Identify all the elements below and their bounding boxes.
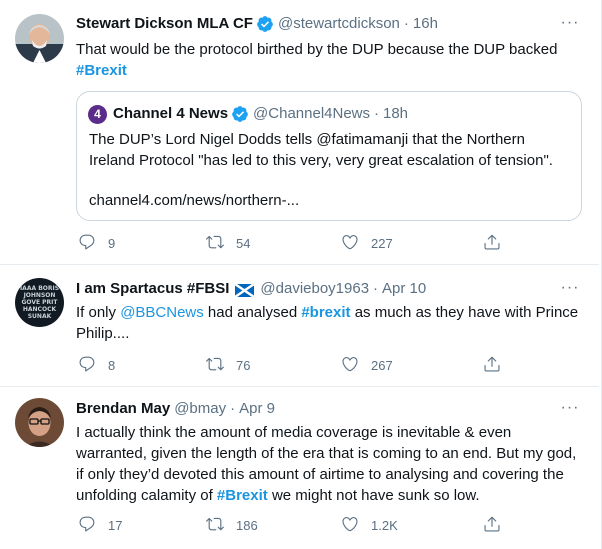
hashtag-link[interactable]: #Brexit bbox=[217, 487, 268, 504]
reply-count: 8 bbox=[108, 357, 116, 373]
separator-dot: · bbox=[374, 105, 379, 122]
hashtag-link[interactable]: #Brexit bbox=[76, 62, 127, 79]
avatar[interactable] bbox=[15, 398, 64, 447]
share-button[interactable] bbox=[483, 232, 501, 254]
reply-icon bbox=[78, 515, 96, 536]
tweet-header: I am Spartacus #FBSI @davieboy1963 · Apr… bbox=[76, 279, 426, 299]
tweet-feed: Stewart Dickson MLA CF @stewartcdickson … bbox=[0, 0, 602, 549]
tweet[interactable]: Brendan May @bmay · Apr 9 ··· I actually… bbox=[0, 387, 599, 549]
quoted-author-handle: @Channel4News bbox=[253, 105, 370, 122]
quoted-tweet[interactable]: 4 Channel 4 News @Channel4News · 18h The… bbox=[76, 91, 582, 221]
hashtag-link[interactable]: #brexit bbox=[301, 304, 350, 321]
share-icon bbox=[483, 515, 501, 536]
tweet-text: If only @BBCNews had analysed #brexit as… bbox=[76, 302, 586, 344]
tweet-text-body: we might not have sunk so low. bbox=[267, 487, 480, 504]
share-icon bbox=[483, 355, 501, 376]
heart-icon bbox=[341, 355, 359, 376]
quoted-tweet-text: The DUP’s Lord Nigel Dodds tells @fatima… bbox=[89, 131, 553, 169]
separator-dot: · bbox=[373, 280, 379, 297]
tweet-text: That would be the protocol birthed by th… bbox=[76, 39, 586, 81]
more-options-icon[interactable]: ··· bbox=[559, 280, 581, 301]
scotland-flag-icon bbox=[234, 282, 256, 298]
author-name[interactable]: I am Spartacus #FBSI bbox=[76, 279, 229, 299]
like-count: 267 bbox=[371, 357, 393, 373]
retweet-icon bbox=[206, 355, 224, 376]
heart-icon bbox=[341, 515, 359, 536]
quoted-author-name: Channel 4 News bbox=[113, 105, 229, 122]
avatar[interactable] bbox=[15, 14, 64, 63]
verified-badge-icon bbox=[256, 15, 274, 33]
tweet-text-body: If only bbox=[76, 304, 121, 321]
reply-button[interactable]: 17 bbox=[78, 514, 122, 536]
retweet-button[interactable]: 54 bbox=[206, 232, 250, 254]
tweet-text-body: had analysed bbox=[203, 304, 302, 321]
author-handle[interactable]: @bmay bbox=[174, 399, 226, 419]
like-button[interactable]: 1.2K bbox=[341, 514, 398, 536]
reply-icon bbox=[78, 233, 96, 254]
retweet-count: 76 bbox=[236, 357, 251, 373]
like-button[interactable]: 267 bbox=[341, 354, 393, 376]
svg-text:HANCOCK: HANCOCK bbox=[23, 306, 57, 313]
retweet-count: 186 bbox=[236, 517, 258, 533]
tweet-actions: 9 54 227 bbox=[72, 232, 502, 254]
reply-button[interactable]: 9 bbox=[78, 232, 115, 254]
author-handle[interactable]: @stewartcdickson bbox=[278, 14, 400, 34]
avatar[interactable]: IAAA BORIS JOHNSON GOVE PRIT HANCOCK SUN… bbox=[15, 278, 64, 327]
reply-count: 17 bbox=[108, 517, 123, 533]
timestamp[interactable]: Apr 9 bbox=[239, 399, 275, 419]
retweet-button[interactable]: 186 bbox=[206, 514, 258, 536]
retweet-count: 54 bbox=[236, 235, 251, 251]
author-name[interactable]: Brendan May bbox=[76, 399, 170, 419]
separator-dot: · bbox=[403, 15, 409, 32]
share-button[interactable] bbox=[483, 354, 501, 376]
quoted-tweet-link[interactable]: channel4.com/news/northern-... bbox=[89, 191, 299, 211]
quoted-timestamp: 18h bbox=[383, 105, 409, 122]
timestamp[interactable]: Apr 10 bbox=[382, 279, 426, 299]
share-button[interactable] bbox=[483, 514, 501, 536]
like-count: 1.2K bbox=[371, 517, 398, 533]
svg-text:GOVE PRIT: GOVE PRIT bbox=[21, 299, 58, 306]
author-name[interactable]: Stewart Dickson MLA CF bbox=[76, 14, 253, 34]
tweet[interactable]: Stewart Dickson MLA CF @stewartcdickson … bbox=[0, 0, 599, 265]
svg-text:JOHNSON: JOHNSON bbox=[23, 292, 56, 299]
timestamp[interactable]: 16h bbox=[413, 14, 438, 34]
reply-count: 9 bbox=[108, 235, 116, 251]
tweet-header: Stewart Dickson MLA CF @stewartcdickson … bbox=[76, 14, 438, 34]
like-button[interactable]: 227 bbox=[341, 232, 393, 254]
svg-text:IAAA BORIS: IAAA BORIS bbox=[20, 285, 59, 292]
like-count: 227 bbox=[371, 235, 393, 251]
tweet-header: Brendan May @bmay · Apr 9 bbox=[76, 399, 275, 419]
tweet-text-body: That would be the protocol birthed by th… bbox=[76, 41, 558, 58]
retweet-icon bbox=[206, 233, 224, 254]
tweet-actions: 8 76 267 bbox=[72, 354, 502, 376]
quoted-tweet-header: 4 Channel 4 News @Channel4News · 18h bbox=[88, 104, 408, 124]
share-icon bbox=[483, 233, 501, 254]
more-options-icon[interactable]: ··· bbox=[559, 15, 581, 36]
tweet-actions: 17 186 1.2K bbox=[72, 514, 502, 536]
heart-icon bbox=[341, 233, 359, 254]
retweet-icon bbox=[206, 515, 224, 536]
more-options-icon[interactable]: ··· bbox=[559, 400, 581, 421]
mention-link[interactable]: @BBCNews bbox=[120, 304, 204, 321]
author-handle[interactable]: @davieboy1963 bbox=[260, 279, 369, 299]
quoted-author-avatar: 4 bbox=[88, 104, 107, 124]
retweet-button[interactable]: 76 bbox=[206, 354, 250, 376]
svg-text:SUNAK: SUNAK bbox=[28, 313, 52, 320]
tweet-text: I actually think the amount of media cov… bbox=[76, 422, 581, 506]
separator-dot: · bbox=[230, 400, 236, 417]
verified-badge-icon bbox=[231, 105, 249, 123]
tweet[interactable]: IAAA BORIS JOHNSON GOVE PRIT HANCOCK SUN… bbox=[0, 265, 599, 387]
reply-button[interactable]: 8 bbox=[78, 354, 115, 376]
reply-icon bbox=[78, 355, 96, 376]
